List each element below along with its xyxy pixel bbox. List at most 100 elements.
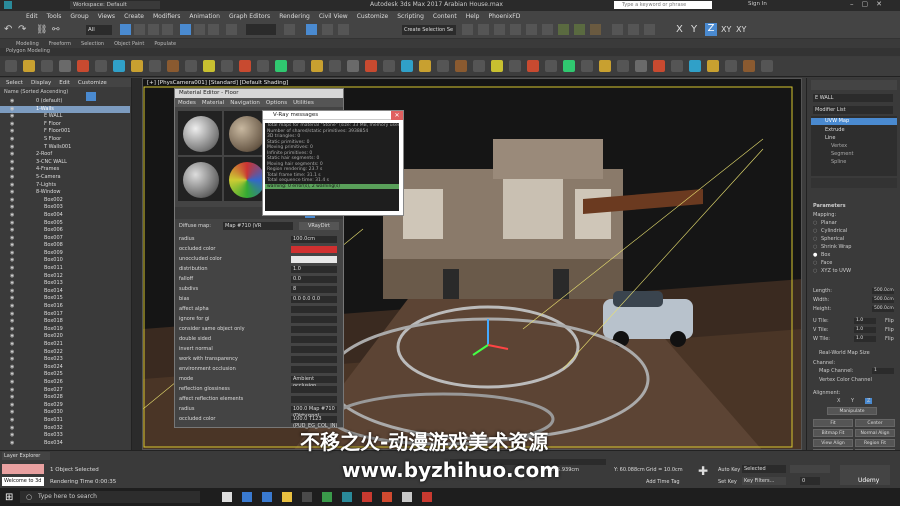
tool-icon-b[interactable]	[628, 24, 639, 35]
scene-tree-item[interactable]: Box010 ◉	[0, 257, 130, 265]
visibility-eye-icon[interactable]: ◉	[10, 341, 14, 349]
explorer-column-header[interactable]: Name (Sorted Ascending)	[4, 89, 68, 95]
menu-rendering[interactable]: Rendering	[279, 13, 310, 20]
stack-item-extrude[interactable]: Extrude	[825, 127, 845, 133]
axis-x[interactable]: X	[676, 24, 683, 35]
menu-views[interactable]: Views	[98, 13, 115, 20]
wtile-field[interactable]: 1.0	[854, 336, 876, 342]
menu-group[interactable]: Group	[70, 13, 88, 20]
ribbon-tab-populate[interactable]: Populate	[154, 41, 176, 47]
scene-tree-item[interactable]: Box003 ◉	[0, 204, 130, 212]
scene-tree-item[interactable]: Box024 ◉	[0, 364, 130, 372]
plugin-tool-icon[interactable]	[527, 60, 539, 72]
scene-tree-item[interactable]: Box021 ◉	[0, 341, 130, 349]
menu-tools[interactable]: Tools	[47, 13, 62, 20]
height-field[interactable]: 500.0cm	[872, 306, 894, 312]
auto-key-button[interactable]: Auto Key	[718, 467, 740, 473]
visibility-eye-icon[interactable]: ◉	[10, 425, 14, 433]
visibility-eye-icon[interactable]: ◉	[10, 220, 14, 228]
move-icon[interactable]	[180, 24, 191, 35]
taskbar-app-icon[interactable]	[262, 492, 272, 502]
align-button[interactable]: Fit	[813, 419, 853, 427]
plugin-tool-icon[interactable]	[95, 60, 107, 72]
axis-xy-alt[interactable]: XY	[736, 25, 746, 34]
curve-editor-icon[interactable]	[510, 24, 521, 35]
mtl-param-row[interactable]: ignore for gi	[179, 315, 341, 324]
mirror-icon[interactable]	[462, 24, 473, 35]
plugin-tool-icon[interactable]	[761, 60, 773, 72]
taskbar-search[interactable]: Type here to search	[20, 491, 200, 503]
align-button[interactable]: View Align	[813, 439, 853, 447]
ribbon-tab-modeling[interactable]: Modeling	[16, 41, 39, 47]
taskbar-app-icon[interactable]	[422, 492, 432, 502]
visibility-eye-icon[interactable]: ◉	[10, 189, 14, 197]
align-y[interactable]: Y	[851, 398, 854, 404]
menu-phoenixfd[interactable]: PhoenixFD	[488, 13, 520, 20]
sign-in-link[interactable]: Sign In	[748, 1, 767, 7]
scene-tree-item[interactable]: Box011 ◉	[0, 265, 130, 273]
mtl-menu-material[interactable]: Material	[202, 100, 224, 106]
taskbar-app-icon[interactable]	[322, 492, 332, 502]
visibility-eye-icon[interactable]: ◉	[10, 349, 14, 357]
scene-tree-item[interactable]: Box022 ◉	[0, 349, 130, 357]
mtl-param-value[interactable]	[291, 246, 337, 253]
coord-y[interactable]: Y: 60.088cm	[614, 467, 645, 473]
scene-tree-item[interactable]: E WALL ◉	[0, 113, 130, 121]
mtl-param-value[interactable]	[291, 396, 337, 403]
plugin-tool-icon[interactable]	[635, 60, 647, 72]
scene-tree-item[interactable]: 7-Lights ◉	[0, 182, 130, 190]
axis-xy[interactable]: XY	[721, 25, 731, 34]
scene-tree-item[interactable]: 2-Roof ◉	[0, 151, 130, 159]
mapping-radio[interactable]: Spherical ○	[813, 236, 844, 242]
plugin-tool-icon[interactable]	[491, 60, 503, 72]
utile-field[interactable]: 1.0	[854, 318, 876, 324]
explorer-menu-customize[interactable]: Customize	[78, 80, 107, 86]
region-select-icon[interactable]	[148, 24, 159, 35]
align-x[interactable]: X	[837, 398, 840, 404]
scene-tree-item[interactable]: Box007 ◉	[0, 235, 130, 243]
taskbar-app-icon[interactable]	[302, 492, 312, 502]
vtile-field[interactable]: 1.0	[854, 327, 876, 333]
plugin-tool-icon[interactable]	[563, 60, 575, 72]
plugin-tool-icon[interactable]	[653, 60, 665, 72]
plugin-tool-icon[interactable]	[599, 60, 611, 72]
explorer-menu-display[interactable]: Display	[31, 80, 51, 86]
viewport-label[interactable]: [+] [PhysCamera001] [Standard] [Default …	[147, 80, 288, 86]
mtl-param-row[interactable]: subdivs 8	[179, 285, 341, 294]
workspace-dropdown[interactable]: Workspace: Default	[70, 1, 160, 9]
rotate-icon[interactable]	[194, 24, 205, 35]
scene-tree-item[interactable]: Box027 ◉	[0, 387, 130, 395]
mtl-param-value[interactable]	[291, 256, 337, 263]
scene-tree-item[interactable]: Box009 ◉	[0, 250, 130, 258]
stack-toolbar[interactable]	[811, 178, 897, 188]
plugin-tool-icon[interactable]	[131, 60, 143, 72]
plugin-tool-icon[interactable]	[617, 60, 629, 72]
real-world-checkbox[interactable]: Real-World Map Size	[819, 350, 870, 356]
width-field[interactable]: 500.0cm	[872, 297, 894, 303]
menu-graph-editors[interactable]: Graph Editors	[229, 13, 270, 20]
mtl-param-row[interactable]: distribution 1.0	[179, 265, 341, 274]
visibility-eye-icon[interactable]: ◉	[10, 432, 14, 440]
scene-tree-item[interactable]: Box023 ◉	[0, 356, 130, 364]
scene-tree-item[interactable]: F Floor ◉	[0, 121, 130, 129]
align-button[interactable]: Center	[855, 419, 895, 427]
visibility-eye-icon[interactable]: ◉	[10, 98, 14, 106]
mtl-param-value[interactable]: 100.0 T123 (PUD_EG_COL_IN)	[291, 416, 337, 429]
scene-tree-item[interactable]: Box013 ◉	[0, 280, 130, 288]
reference-coordinate-dropdown[interactable]	[246, 24, 276, 35]
plugin-tool-icon[interactable]	[221, 60, 233, 72]
angle-snap-icon[interactable]	[322, 24, 333, 35]
plugin-tool-icon[interactable]	[41, 60, 53, 72]
material-slot-1[interactable]	[178, 111, 222, 155]
maxscript-listener[interactable]	[2, 464, 44, 474]
menu-modifiers[interactable]: Modifiers	[153, 13, 180, 20]
add-time-tag[interactable]: Add Time Tag	[646, 479, 680, 485]
mtl-param-value[interactable]: 0.0 0.0 0.0	[291, 296, 337, 303]
mtl-menu-modes[interactable]: Modes	[178, 100, 196, 106]
taskbar-app-icon[interactable]	[382, 492, 392, 502]
mtl-param-value[interactable]: 100.0 Map #710 (Dirty.png)	[291, 406, 337, 419]
plugin-tool-icon[interactable]	[167, 60, 179, 72]
plugin-tool-icon[interactable]	[275, 60, 287, 72]
mtl-param-row[interactable]: work with transparency	[179, 355, 341, 364]
plugin-tool-icon[interactable]	[725, 60, 737, 72]
